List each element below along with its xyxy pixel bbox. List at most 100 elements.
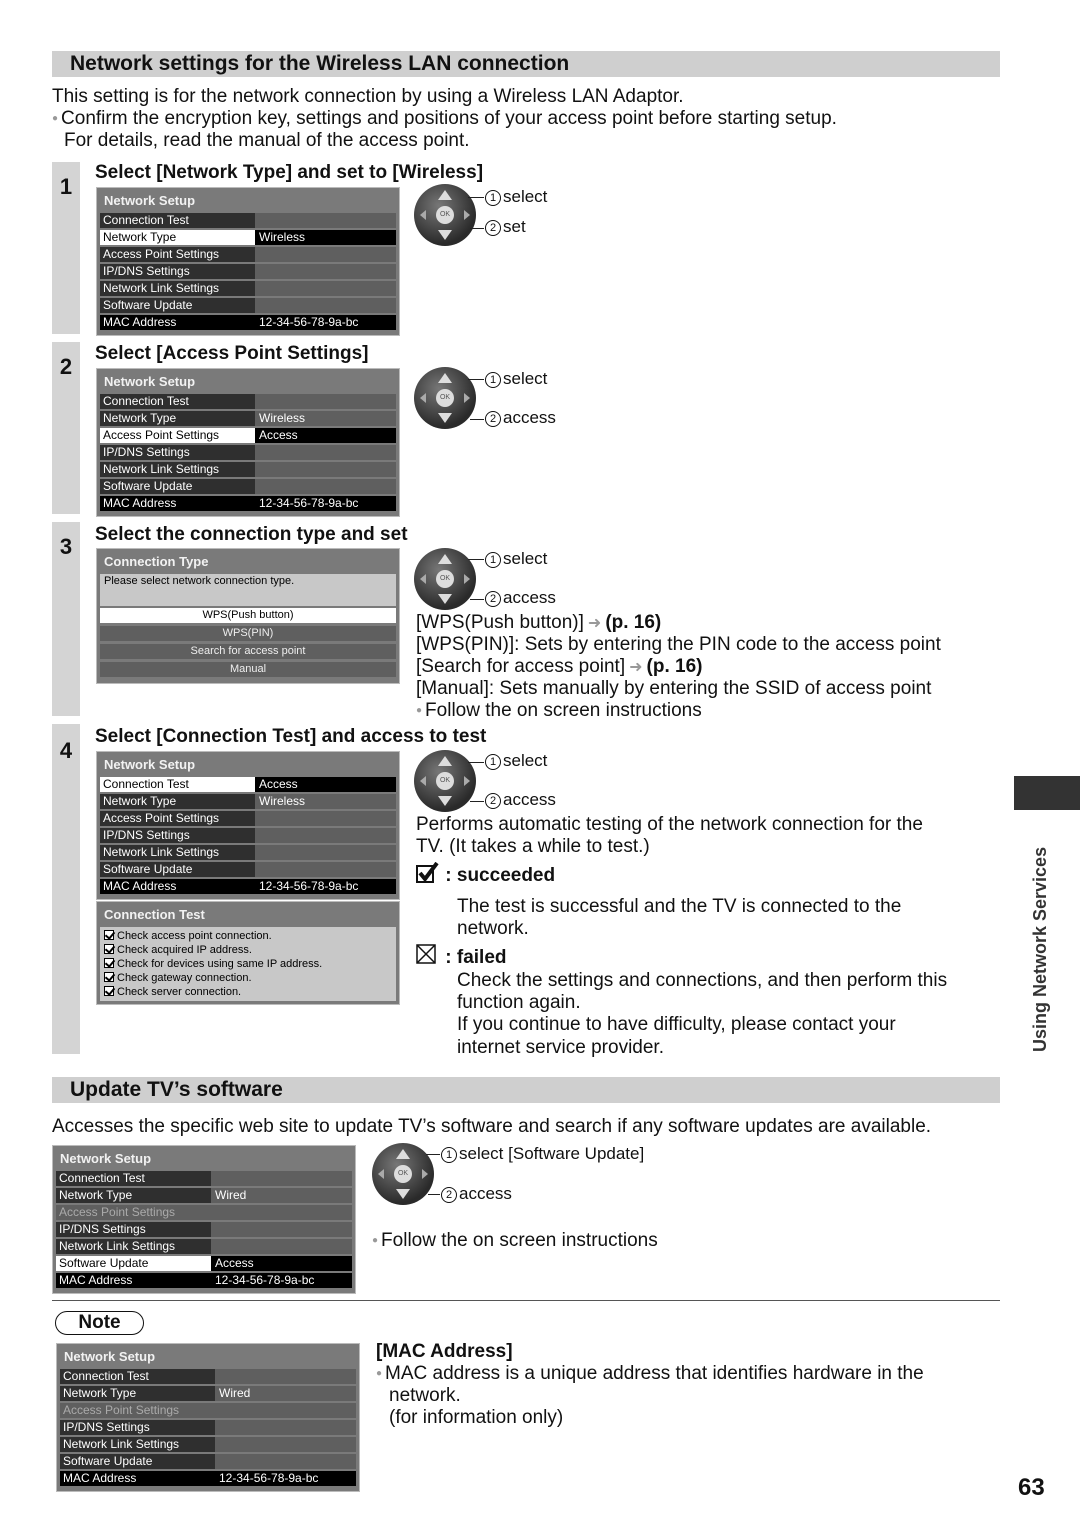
menu-row-ip-dns-settings[interactable]: IP/DNS Settings xyxy=(100,264,396,279)
row-value: Access xyxy=(255,777,396,792)
page-ref-link[interactable]: (p. 16) xyxy=(647,656,703,677)
divider xyxy=(52,1300,1000,1301)
menu-row-network-link-settings[interactable]: Network Link Settings xyxy=(100,462,396,477)
connection-type-prompt: Please select network connection type. xyxy=(100,574,396,606)
remote-label-access: 2 access xyxy=(485,408,556,428)
menu-row-network-link-settings[interactable]: Network Link Settings xyxy=(60,1437,356,1452)
step-number: 2 xyxy=(59,354,73,379)
section-header-update-software: Update TV’s software xyxy=(52,1077,1000,1103)
desc-search: [Search for access point] ➜ (p. 16) xyxy=(416,656,702,679)
arrow-right-icon: ➜ xyxy=(629,659,643,676)
mac-address-heading: [MAC Address] xyxy=(376,1341,513,1362)
menu-row-ip-dns-settings[interactable]: IP/DNS Settings xyxy=(100,828,396,843)
row-value xyxy=(255,462,396,477)
step-title: Select [Network Type] and set to [Wirele… xyxy=(95,162,484,183)
succeeded-line2: network. xyxy=(457,918,529,939)
menu-row-network-type[interactable]: Network Type Wired xyxy=(60,1386,356,1401)
leader-line xyxy=(470,419,484,420)
checkbox-failed-icon xyxy=(416,944,436,964)
connection-test-panel: Connection Test Check access point conne… xyxy=(96,901,400,1005)
label-text: select xyxy=(503,549,548,568)
row-value xyxy=(255,213,396,228)
row-label: IP/DNS Settings xyxy=(60,1420,215,1435)
menu-title: Network Setup xyxy=(104,374,196,389)
note-badge: Note xyxy=(55,1311,144,1335)
row-label: Network Link Settings xyxy=(100,845,255,860)
row-value: 12-34-56-78-9a-bc xyxy=(211,1273,352,1288)
row-value: Wireless xyxy=(255,230,396,245)
remote-label-select: 1 select xyxy=(485,187,547,207)
menu-row-ip-dns-settings[interactable]: IP/DNS Settings xyxy=(60,1420,356,1435)
menu-row-software-update[interactable]: Software Update Access xyxy=(56,1256,352,1271)
label-text: access xyxy=(503,588,556,607)
row-value xyxy=(215,1437,356,1452)
menu-row-mac-address: MAC Address 12-34-56-78-9a-bc xyxy=(100,315,396,330)
row-label: Network Type xyxy=(100,411,255,426)
test-item-text: Check acquired IP address. xyxy=(117,944,252,956)
bullet-confirm: Confirm the encryption key, settings and… xyxy=(52,108,837,130)
option-wps-pin[interactable]: WPS(PIN) xyxy=(100,626,396,641)
step-number: 3 xyxy=(59,534,73,559)
menu-title: Network Setup xyxy=(64,1349,156,1364)
menu-row-network-type[interactable]: Network Type Wireless xyxy=(100,794,396,809)
remote-dpad-icon: OK xyxy=(414,750,478,814)
remote-dpad-icon: OK xyxy=(372,1143,436,1207)
menu-row-network-type[interactable]: Network Type Wireless xyxy=(100,411,396,426)
row-value xyxy=(211,1222,352,1237)
menu-row-software-update[interactable]: Software Update xyxy=(60,1454,356,1469)
menu-row-network-link-settings[interactable]: Network Link Settings xyxy=(100,845,396,860)
row-label: Software Update xyxy=(100,298,255,313)
test-item: Check access point connection. xyxy=(104,929,392,943)
row-value xyxy=(215,1403,356,1418)
side-tab-marker xyxy=(1014,776,1080,810)
label-text: select xyxy=(503,187,548,206)
menu-row-ip-dns-settings[interactable]: IP/DNS Settings xyxy=(56,1222,352,1237)
checkbox-checked-icon xyxy=(416,861,439,883)
leader-line xyxy=(468,379,484,380)
row-label: MAC Address xyxy=(100,315,255,330)
menu-row-network-link-settings[interactable]: Network Link Settings xyxy=(100,281,396,296)
menu-row-access-point-settings[interactable]: Access Point Settings Access xyxy=(100,428,396,443)
menu-row-connection-test[interactable]: Connection Test Access xyxy=(100,777,396,792)
menu-row-network-link-settings[interactable]: Network Link Settings xyxy=(56,1239,352,1254)
menu-row-connection-test[interactable]: Connection Test xyxy=(56,1171,352,1186)
menu-row-mac-address: MAC Address 12-34-56-78-9a-bc xyxy=(100,496,396,511)
arrow-right-icon: ➜ xyxy=(587,615,602,632)
failed-line3: If you continue to have difficulty, plea… xyxy=(457,1014,896,1035)
row-label: Connection Test xyxy=(100,777,255,792)
menu-row-software-update[interactable]: Software Update xyxy=(100,298,396,313)
menu-row-connection-test[interactable]: Connection Test xyxy=(100,213,396,228)
menu-row-software-update[interactable]: Software Update xyxy=(100,862,396,877)
option-search-access-point[interactable]: Search for access point xyxy=(100,644,396,659)
row-label: Connection Test xyxy=(60,1369,215,1384)
row-label: Network Type xyxy=(100,794,255,809)
option-manual[interactable]: Manual xyxy=(100,662,396,677)
checkbox-checked-icon xyxy=(104,986,114,996)
row-value: Access xyxy=(255,428,396,443)
row-value xyxy=(255,811,396,826)
leader-line xyxy=(468,559,484,560)
menu-row-access-point-settings: Access Point Settings xyxy=(56,1205,352,1220)
label-text: access xyxy=(503,408,556,427)
remote-label-select: 1 select xyxy=(485,369,547,389)
network-setup-menu: Network Setup Connection Test Network Ty… xyxy=(56,1343,360,1492)
test-panel-title: Connection Test xyxy=(104,907,205,922)
menu-row-connection-test[interactable]: Connection Test xyxy=(100,394,396,409)
step-title: Select [Access Point Settings] xyxy=(95,343,369,364)
succeeded-row: : succeeded xyxy=(416,861,555,887)
menu-row-software-update[interactable]: Software Update xyxy=(100,479,396,494)
circled-number: 2 xyxy=(441,1187,457,1203)
option-wps-push-button[interactable]: WPS(Push button) xyxy=(100,608,396,623)
menu-row-ip-dns-settings[interactable]: IP/DNS Settings xyxy=(100,445,396,460)
row-label: Network Link Settings xyxy=(56,1239,211,1254)
menu-row-access-point-settings[interactable]: Access Point Settings xyxy=(100,811,396,826)
circled-number: 1 xyxy=(485,372,501,388)
row-value xyxy=(255,479,396,494)
row-label: IP/DNS Settings xyxy=(100,445,255,460)
page-ref-link[interactable]: (p. 16) xyxy=(605,612,661,633)
menu-row-network-type[interactable]: Network Type Wireless xyxy=(100,230,396,245)
menu-row-connection-test[interactable]: Connection Test xyxy=(60,1369,356,1384)
menu-row-network-type[interactable]: Network Type Wired xyxy=(56,1188,352,1203)
menu-row-access-point-settings[interactable]: Access Point Settings xyxy=(100,247,396,262)
desc-wps-pin: [WPS(PIN)]: Sets by entering the PIN cod… xyxy=(416,634,941,655)
